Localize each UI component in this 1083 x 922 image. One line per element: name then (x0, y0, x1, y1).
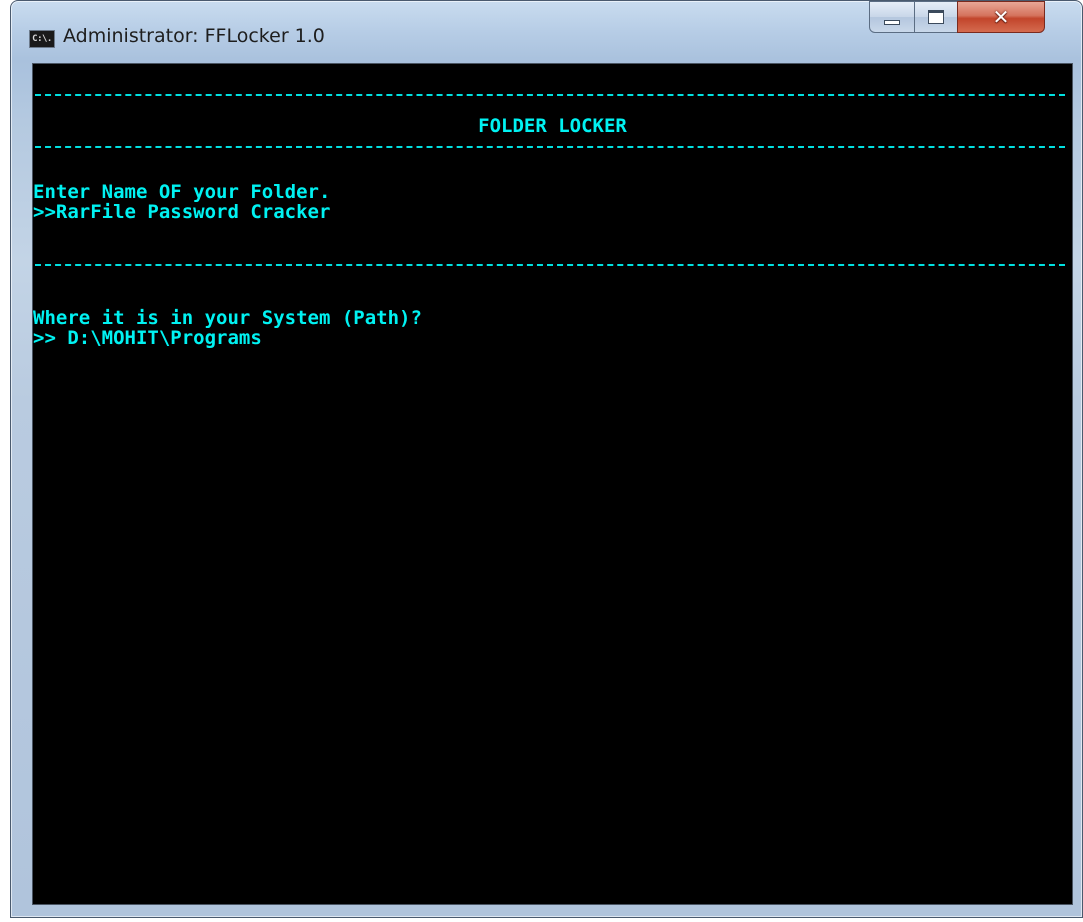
prompt-folder-name: Enter Name OF your Folder. (33, 181, 331, 203)
answer-path: >> D:\MOHIT\Programs (33, 327, 262, 349)
close-icon: ✕ (992, 5, 1010, 29)
maximize-button[interactable] (914, 1, 958, 33)
prompt-path: Where it is in your System (Path)? (33, 307, 422, 329)
minimize-icon (884, 19, 900, 25)
maximize-icon (928, 10, 944, 24)
divider-top (35, 94, 1065, 96)
title-bar[interactable]: C:\. Administrator: FFLocker 1.0 ✕ (11, 1, 1082, 63)
divider-heading (35, 146, 1065, 148)
window-title: Administrator: FFLocker 1.0 (63, 25, 325, 47)
answer-folder-name: >>RarFile Password Cracker (33, 201, 331, 223)
console-output[interactable]: FOLDER LOCKER Enter Name OF your Folder.… (32, 63, 1073, 905)
close-button[interactable]: ✕ (957, 1, 1045, 33)
console-window: C:\. Administrator: FFLocker 1.0 ✕ FOLDE… (10, 0, 1083, 918)
divider-middle (35, 264, 1065, 266)
console-app-icon[interactable]: C:\. (29, 30, 55, 48)
heading-folder-locker: FOLDER LOCKER (478, 115, 627, 137)
minimize-button[interactable] (869, 1, 915, 33)
